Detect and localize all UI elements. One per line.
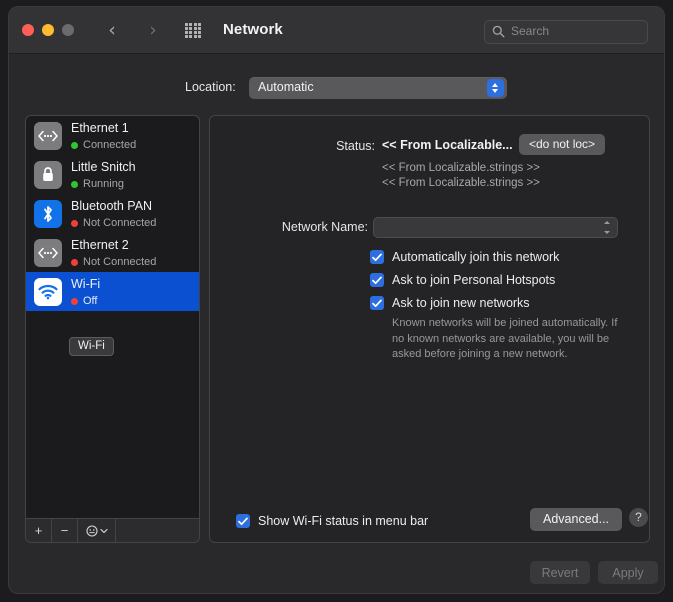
service-status-label: Not Connected bbox=[83, 256, 157, 269]
bluetooth-icon bbox=[34, 199, 62, 228]
wifi-tooltip: Wi-Fi bbox=[69, 337, 114, 356]
service-status-label: Not Connected bbox=[83, 217, 157, 230]
help-button[interactable]: ? bbox=[629, 508, 648, 527]
sidebar-item-text: Ethernet 2 Not Connected bbox=[71, 236, 156, 269]
add-service-button[interactable]: + bbox=[26, 519, 52, 542]
service-status: Off bbox=[71, 295, 100, 308]
ask-join-new-networks-label: Ask to join new networks bbox=[392, 296, 530, 310]
sidebar-item-ethernet-2[interactable]: Ethernet 2 Not Connected bbox=[26, 233, 199, 272]
status-dot-icon bbox=[71, 259, 78, 267]
checkmark-icon bbox=[372, 253, 382, 261]
status-detail-line-2: << From Localizable.strings >> bbox=[382, 177, 540, 189]
network-name-combobox[interactable] bbox=[373, 217, 618, 238]
ethernet-icon bbox=[34, 121, 62, 150]
auto-join-network-label: Automatically join this network bbox=[392, 250, 560, 264]
status-dot-icon bbox=[71, 181, 78, 189]
revert-button[interactable]: Revert bbox=[530, 561, 590, 584]
checkmark-icon bbox=[372, 276, 382, 284]
wifi-icon bbox=[34, 277, 62, 306]
location-row: Location: Automatic bbox=[9, 77, 664, 101]
service-status: Connected bbox=[71, 139, 136, 152]
checkmark-icon bbox=[372, 299, 382, 307]
forward-button[interactable]: › bbox=[142, 19, 164, 41]
action-menu-button[interactable] bbox=[78, 519, 116, 542]
ask-join-hotspots-label: Ask to join Personal Hotspots bbox=[392, 273, 556, 287]
show-status-menubar-row[interactable]: Show Wi-Fi status in menu bar bbox=[236, 514, 428, 528]
sidebar-item-text: Little Snitch Running bbox=[71, 158, 136, 191]
sidebar-footer-toolbar: + − bbox=[26, 518, 199, 542]
search-input[interactable]: Search bbox=[484, 20, 648, 44]
service-status: Not Connected bbox=[71, 256, 156, 269]
back-button[interactable]: ‹ bbox=[101, 19, 123, 41]
status-dot-icon bbox=[71, 298, 78, 306]
service-status-label: Connected bbox=[83, 139, 137, 152]
chevron-updown-icon bbox=[487, 79, 504, 97]
sidebar-item-ethernet-1[interactable]: Ethernet 1 Connected bbox=[26, 116, 199, 155]
network-name-label: Network Name: bbox=[281, 220, 368, 234]
advanced-button[interactable]: Advanced... bbox=[530, 508, 623, 531]
status-dot-icon bbox=[71, 220, 78, 228]
ask-join-new-networks-checkbox-row[interactable]: Ask to join new networks bbox=[370, 296, 530, 310]
close-window-button[interactable] bbox=[22, 24, 34, 36]
minimize-window-button[interactable] bbox=[42, 24, 54, 36]
network-services-sidebar: Ethernet 1 Connected Little Snitch Runni… bbox=[25, 115, 200, 543]
sidebar-footer-spacer bbox=[116, 519, 199, 542]
network-services-list: Ethernet 1 Connected Little Snitch Runni… bbox=[26, 116, 199, 519]
checkmark-icon bbox=[238, 517, 248, 525]
action-menu-icon bbox=[85, 524, 98, 537]
status-detail-line-1: << From Localizable.strings >> bbox=[382, 162, 540, 174]
show-status-menubar-label: Show Wi-Fi status in menu bar bbox=[258, 514, 429, 528]
ethernet-icon bbox=[34, 238, 62, 267]
service-name: Bluetooth PAN bbox=[71, 198, 153, 213]
sidebar-item-wifi[interactable]: Wi-Fi Off bbox=[26, 272, 199, 311]
lock-icon bbox=[34, 160, 62, 189]
window-titlebar: ‹ › Network Search bbox=[9, 7, 664, 54]
chevron-down-icon bbox=[99, 528, 108, 533]
status-value: << From Localizable... bbox=[382, 138, 513, 152]
status-label: Status: bbox=[336, 139, 375, 153]
status-dot-icon bbox=[71, 142, 78, 150]
service-name: Ethernet 1 bbox=[71, 120, 129, 135]
join-networks-helper-text: Known networks will be joined automatica… bbox=[392, 317, 618, 361]
search-placeholder: Search bbox=[511, 24, 550, 38]
sidebar-item-text: Ethernet 1 Connected bbox=[71, 119, 136, 152]
traffic-light-controls bbox=[22, 24, 74, 36]
service-status-label: Off bbox=[83, 295, 98, 308]
ask-join-hotspots-checkbox-row[interactable]: Ask to join Personal Hotspots bbox=[370, 273, 555, 287]
location-label: Location: bbox=[185, 80, 236, 94]
page-title: Network bbox=[223, 21, 283, 38]
auto-join-network-checkbox[interactable] bbox=[370, 250, 384, 264]
ask-join-new-networks-checkbox[interactable] bbox=[370, 296, 384, 310]
location-dropdown[interactable]: Automatic bbox=[249, 77, 507, 99]
ask-join-hotspots-checkbox[interactable] bbox=[370, 273, 384, 287]
network-preferences-window: ‹ › Network Search Location: Automatic E… bbox=[8, 6, 665, 594]
service-status: Running bbox=[71, 178, 136, 191]
apply-button[interactable]: Apply bbox=[598, 561, 658, 584]
sidebar-item-little-snitch[interactable]: Little Snitch Running bbox=[26, 155, 199, 194]
service-status: Not Connected bbox=[71, 217, 156, 230]
zoom-window-button[interactable] bbox=[62, 24, 74, 36]
service-name: Little Snitch bbox=[71, 159, 136, 174]
show-status-menubar-checkbox[interactable] bbox=[236, 514, 250, 528]
do-not-loc-button[interactable]: <do not loc> bbox=[519, 134, 606, 155]
service-name: Ethernet 2 bbox=[71, 237, 129, 252]
service-name: Wi-Fi bbox=[71, 276, 101, 291]
remove-service-button[interactable]: − bbox=[52, 519, 78, 542]
auto-join-network-checkbox-row[interactable]: Automatically join this network bbox=[370, 250, 559, 264]
show-all-preferences-icon[interactable] bbox=[185, 23, 201, 38]
search-icon bbox=[492, 25, 505, 38]
location-value: Automatic bbox=[258, 80, 314, 94]
sidebar-item-bluetooth-pan[interactable]: Bluetooth PAN Not Connected bbox=[26, 194, 199, 233]
chevron-updown-icon bbox=[602, 221, 612, 234]
service-status-label: Running bbox=[83, 178, 124, 191]
sidebar-item-text: Wi-Fi Off bbox=[71, 275, 100, 308]
wifi-settings-panel: Status: << From Localizable... <do not l… bbox=[209, 115, 650, 543]
sidebar-item-text: Bluetooth PAN Not Connected bbox=[71, 197, 156, 230]
